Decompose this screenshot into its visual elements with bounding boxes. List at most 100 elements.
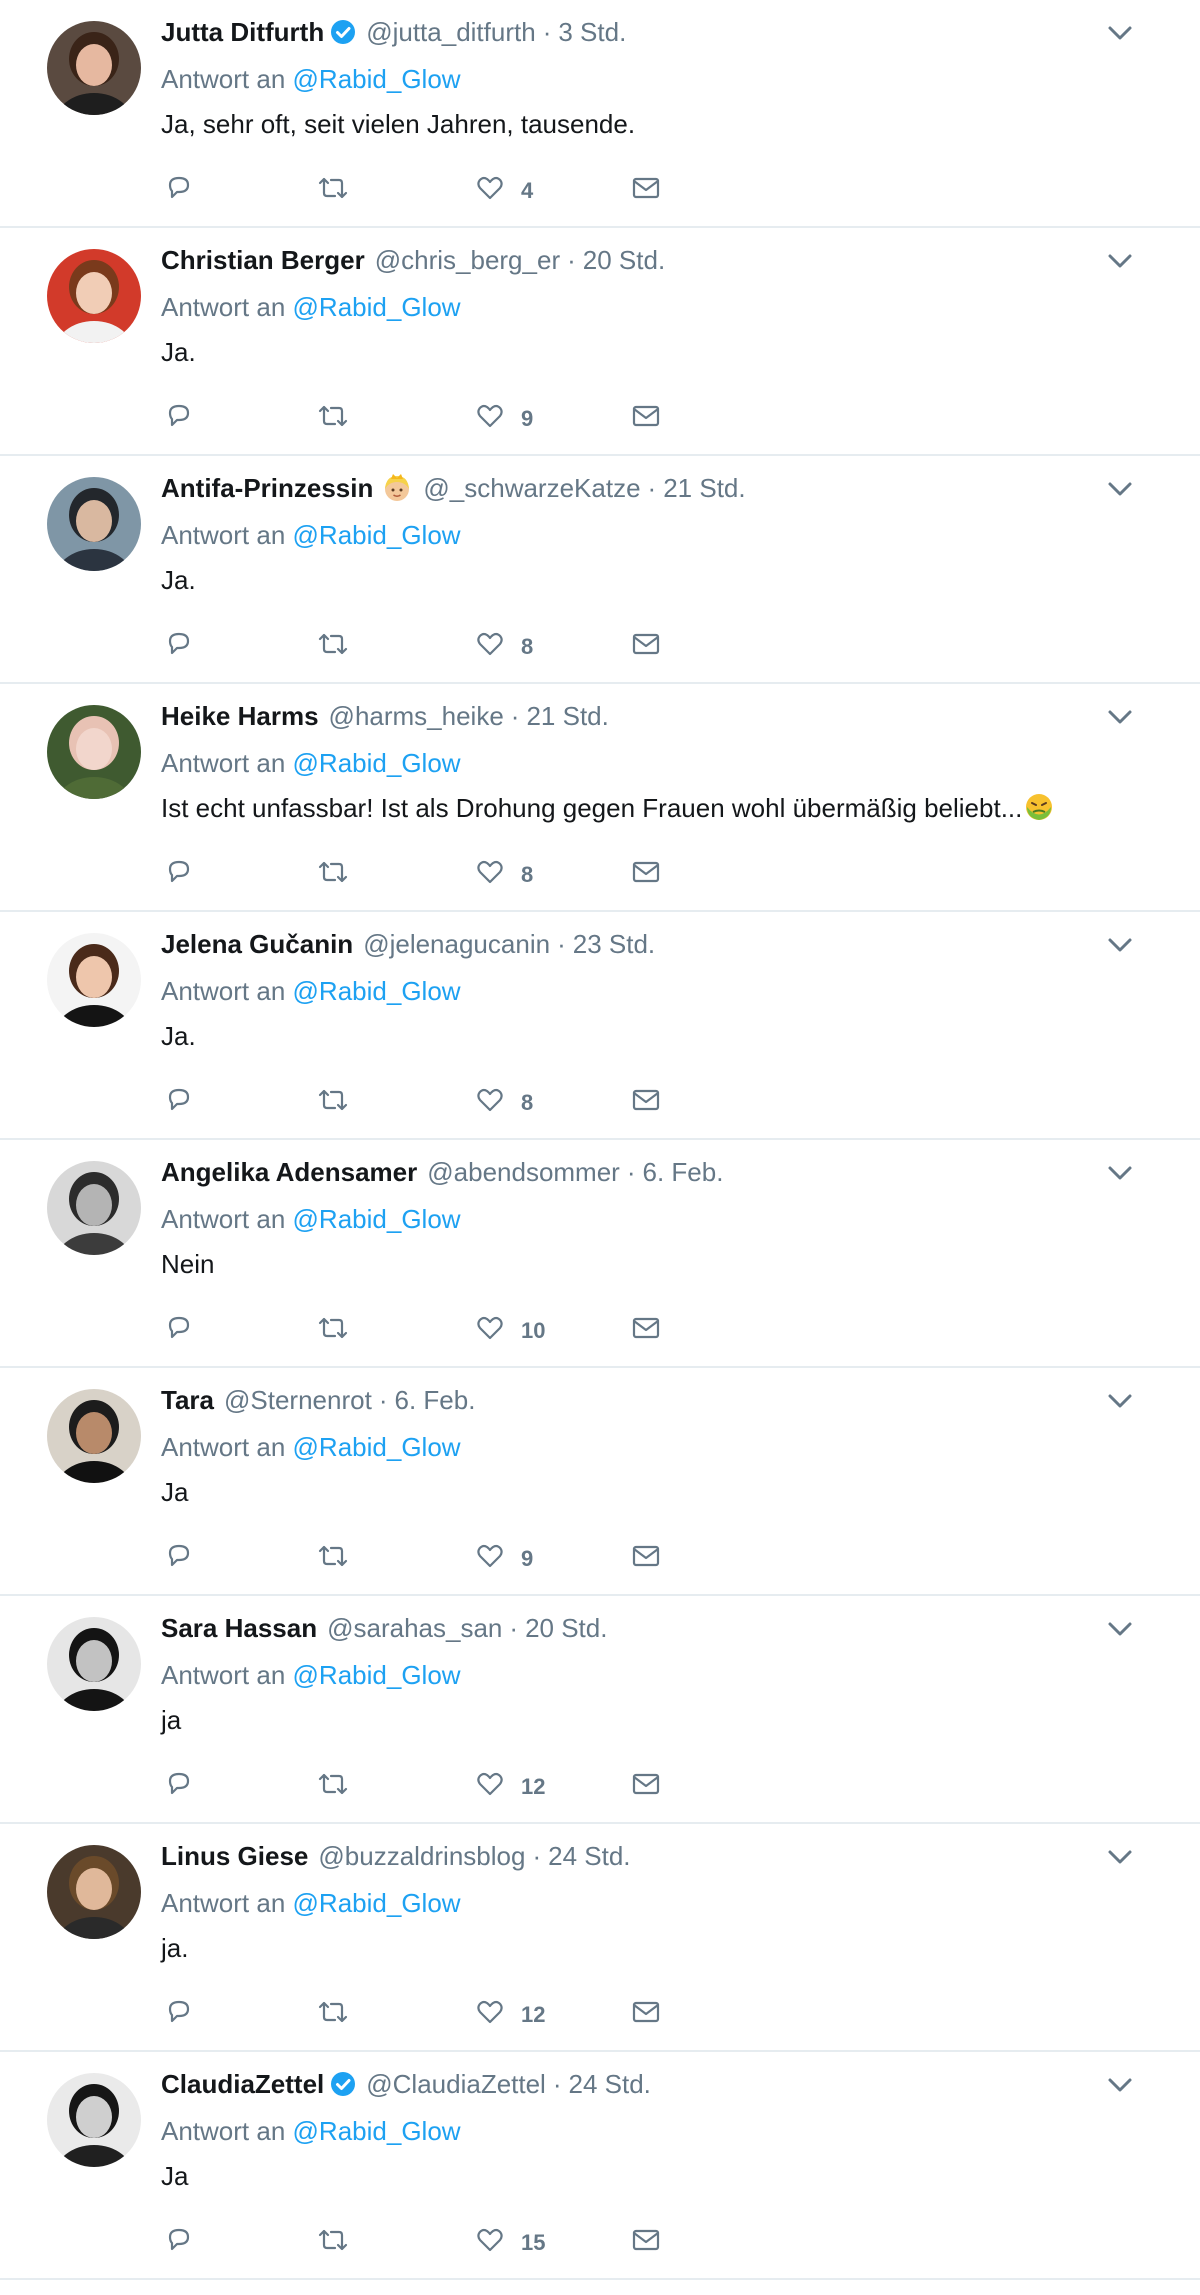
direct-message-button[interactable]	[630, 1536, 662, 1576]
avatar[interactable]	[47, 2073, 141, 2167]
retweet-button[interactable]	[316, 1080, 350, 1120]
timestamp[interactable]: 6. Feb.	[643, 1154, 724, 1190]
chevron-down-icon[interactable]	[1104, 1616, 1136, 1642]
avatar[interactable]	[47, 1845, 141, 1939]
tweet-item[interactable]: Heike Harms @harms_heike · 21 Std. Antwo…	[0, 684, 1200, 912]
display-name[interactable]: Tara	[161, 1382, 214, 1418]
chevron-down-icon[interactable]	[1104, 1388, 1136, 1414]
display-name[interactable]: Christian Berger	[161, 242, 365, 278]
retweet-button[interactable]	[316, 1308, 350, 1348]
direct-message-button[interactable]	[630, 1308, 662, 1348]
avatar[interactable]	[47, 477, 141, 571]
chevron-down-icon[interactable]	[1104, 932, 1136, 958]
reply-mention-link[interactable]: @Rabid_Glow	[293, 1888, 461, 1918]
timestamp[interactable]: 24 Std.	[548, 1838, 630, 1874]
avatar[interactable]	[47, 1617, 141, 1711]
tweet-item[interactable]: Jelena Gučanin @jelenagucanin · 23 Std. …	[0, 912, 1200, 1140]
reply-mention-link[interactable]: @Rabid_Glow	[293, 2116, 461, 2146]
retweet-button[interactable]	[316, 2220, 350, 2260]
reply-mention-link[interactable]: @Rabid_Glow	[293, 520, 461, 550]
like-button[interactable]: 8	[475, 1080, 533, 1120]
display-name[interactable]: Jelena Gučanin	[161, 926, 353, 962]
timestamp[interactable]: 21 Std.	[663, 470, 745, 506]
like-button[interactable]: 9	[475, 396, 533, 436]
reply-mention-link[interactable]: @Rabid_Glow	[293, 1660, 461, 1690]
avatar[interactable]	[47, 705, 141, 799]
user-handle[interactable]: @_schwarzeKatze	[423, 470, 640, 506]
timestamp[interactable]: 20 Std.	[525, 1610, 607, 1646]
direct-message-button[interactable]	[630, 624, 662, 664]
like-button[interactable]: 9	[475, 1536, 533, 1576]
timestamp[interactable]: 3 Std.	[558, 14, 626, 50]
display-name[interactable]: Sara Hassan	[161, 1610, 317, 1646]
reply-mention-link[interactable]: @Rabid_Glow	[293, 976, 461, 1006]
direct-message-button[interactable]	[630, 1080, 662, 1120]
user-handle[interactable]: @abendsommer	[427, 1154, 620, 1190]
timestamp[interactable]: 24 Std.	[569, 2066, 651, 2102]
reply-button[interactable]	[164, 1536, 194, 1576]
reply-button[interactable]	[164, 624, 194, 664]
user-handle[interactable]: @harms_heike	[329, 698, 504, 734]
tweet-item[interactable]: ClaudiaZettel @ClaudiaZettel · 24 Std. A…	[0, 2052, 1200, 2280]
tweet-item[interactable]: Christian Berger @chris_berg_er · 20 Std…	[0, 228, 1200, 456]
display-name[interactable]: Angelika Adensamer	[161, 1154, 417, 1190]
reply-button[interactable]	[164, 1764, 194, 1804]
like-button[interactable]: 15	[475, 2220, 545, 2260]
reply-mention-link[interactable]: @Rabid_Glow	[293, 748, 461, 778]
retweet-button[interactable]	[316, 624, 350, 664]
reply-button[interactable]	[164, 1992, 194, 2032]
chevron-down-icon[interactable]	[1104, 2072, 1136, 2098]
direct-message-button[interactable]	[630, 2220, 662, 2260]
user-handle[interactable]: @chris_berg_er	[375, 242, 560, 278]
avatar[interactable]	[47, 1389, 141, 1483]
user-handle[interactable]: @ClaudiaZettel	[366, 2066, 546, 2102]
reply-button[interactable]	[164, 1308, 194, 1348]
retweet-button[interactable]	[316, 1764, 350, 1804]
user-handle[interactable]: @Sternenrot	[224, 1382, 372, 1418]
retweet-button[interactable]	[316, 168, 350, 208]
retweet-button[interactable]	[316, 396, 350, 436]
display-name[interactable]: Heike Harms	[161, 698, 319, 734]
reply-mention-link[interactable]: @Rabid_Glow	[293, 292, 461, 322]
direct-message-button[interactable]	[630, 1992, 662, 2032]
timestamp[interactable]: 6. Feb.	[394, 1382, 475, 1418]
chevron-down-icon[interactable]	[1104, 704, 1136, 730]
like-button[interactable]: 12	[475, 1992, 545, 2032]
tweet-item[interactable]: Sara Hassan @sarahas_san · 20 Std. Antwo…	[0, 1596, 1200, 1824]
timestamp[interactable]: 21 Std.	[526, 698, 608, 734]
retweet-button[interactable]	[316, 1536, 350, 1576]
like-button[interactable]: 8	[475, 852, 533, 892]
chevron-down-icon[interactable]	[1104, 1844, 1136, 1870]
user-handle[interactable]: @jutta_ditfurth	[366, 14, 535, 50]
like-button[interactable]: 4	[475, 168, 533, 208]
direct-message-button[interactable]	[630, 852, 662, 892]
reply-mention-link[interactable]: @Rabid_Glow	[293, 1432, 461, 1462]
like-button[interactable]: 10	[475, 1308, 545, 1348]
reply-mention-link[interactable]: @Rabid_Glow	[293, 64, 461, 94]
tweet-item[interactable]: Linus Giese @buzzaldrinsblog · 24 Std. A…	[0, 1824, 1200, 2052]
user-handle[interactable]: @sarahas_san	[327, 1610, 502, 1646]
avatar[interactable]	[47, 249, 141, 343]
reply-button[interactable]	[164, 168, 194, 208]
user-handle[interactable]: @buzzaldrinsblog	[318, 1838, 525, 1874]
retweet-button[interactable]	[316, 1992, 350, 2032]
retweet-button[interactable]	[316, 852, 350, 892]
reply-button[interactable]	[164, 852, 194, 892]
tweet-item[interactable]: Jutta Ditfurth @jutta_ditfurth · 3 Std. …	[0, 0, 1200, 228]
avatar[interactable]	[47, 1161, 141, 1255]
timestamp[interactable]: 20 Std.	[583, 242, 665, 278]
direct-message-button[interactable]	[630, 396, 662, 436]
direct-message-button[interactable]	[630, 1764, 662, 1804]
user-handle[interactable]: @jelenagucanin	[363, 926, 550, 962]
chevron-down-icon[interactable]	[1104, 20, 1136, 46]
tweet-item[interactable]: Tara @Sternenrot · 6. Feb. Antwort an @R…	[0, 1368, 1200, 1596]
timestamp[interactable]: 23 Std.	[573, 926, 655, 962]
display-name[interactable]: ClaudiaZettel	[161, 2066, 324, 2102]
like-button[interactable]: 12	[475, 1764, 545, 1804]
avatar[interactable]	[47, 21, 141, 115]
reply-button[interactable]	[164, 396, 194, 436]
reply-mention-link[interactable]: @Rabid_Glow	[293, 1204, 461, 1234]
display-name[interactable]: Antifa-Prinzessin	[161, 470, 373, 506]
chevron-down-icon[interactable]	[1104, 476, 1136, 502]
direct-message-button[interactable]	[630, 168, 662, 208]
